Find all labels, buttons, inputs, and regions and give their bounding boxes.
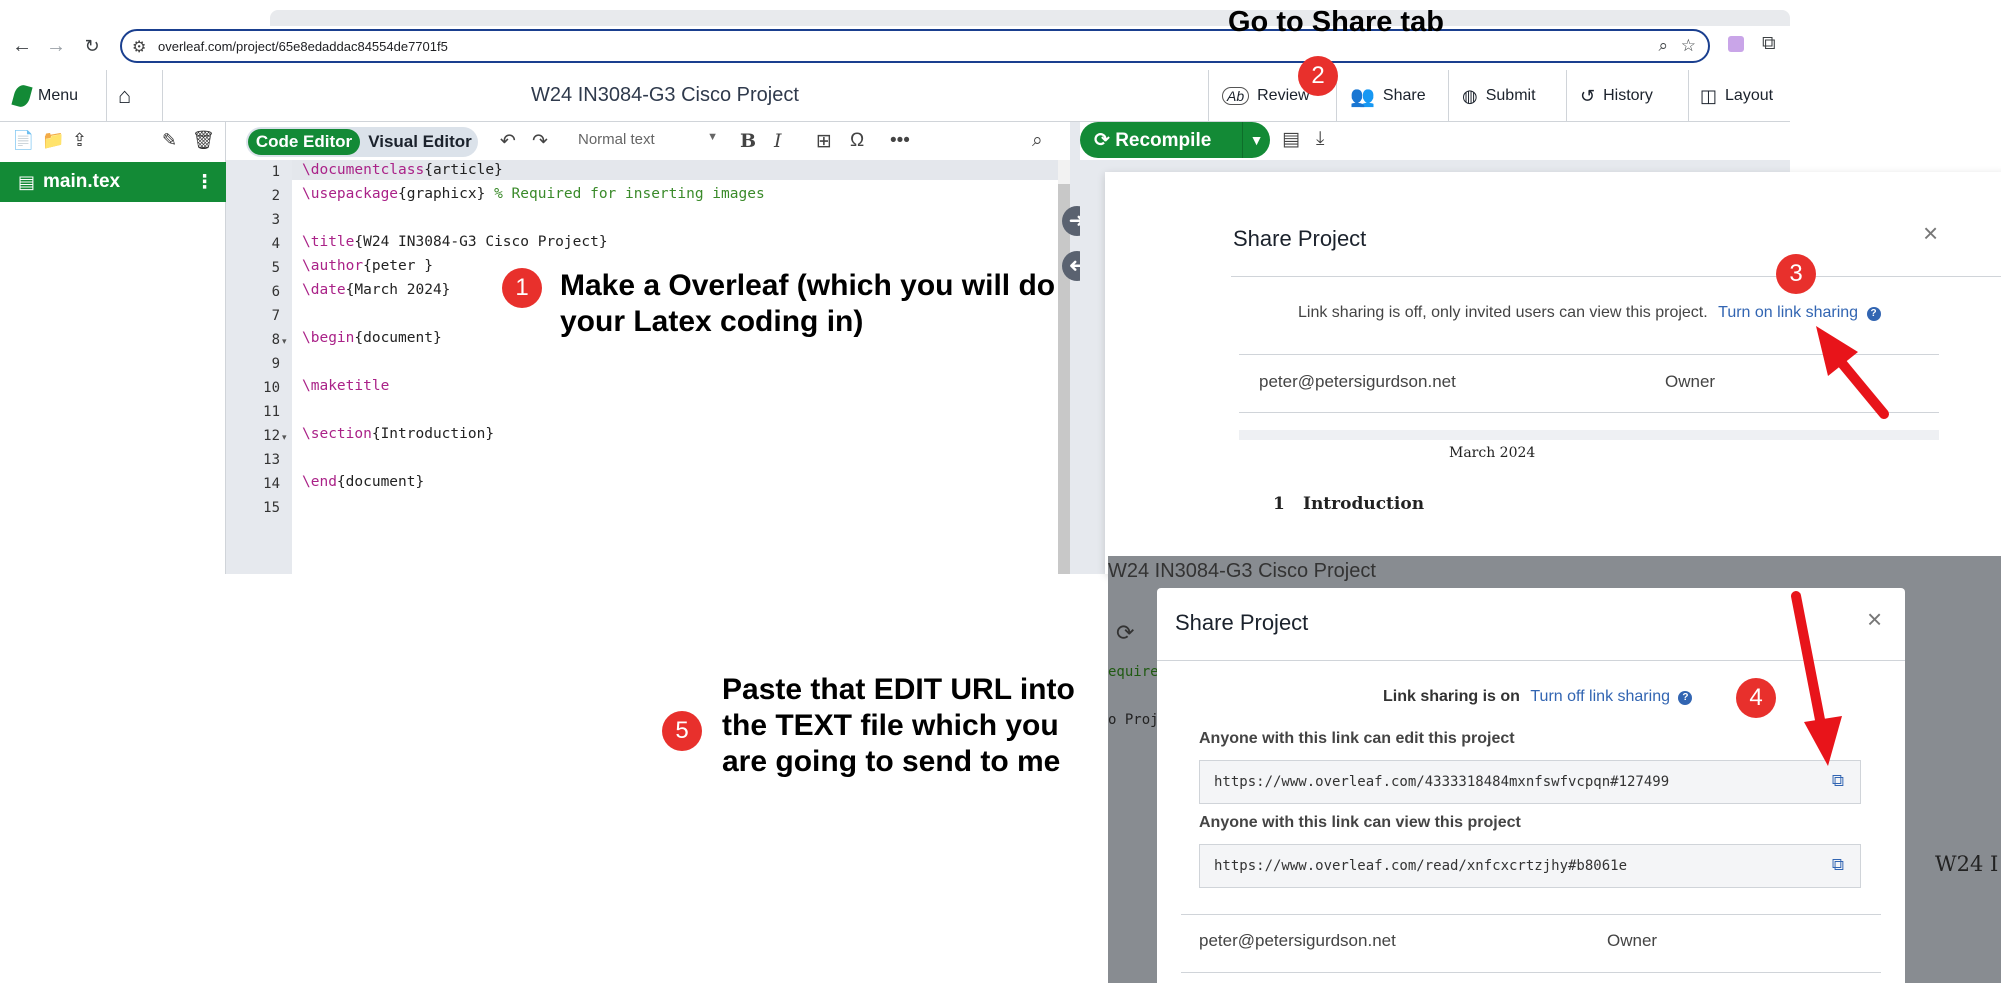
annotation-step-5-badge: 5 — [662, 711, 702, 751]
annotation-step-2-badge: 2 — [1298, 56, 1338, 96]
annotation-step-4-badge: 4 — [1736, 678, 1776, 718]
annotation-step-1-badge: 1 — [502, 268, 542, 308]
annotation-step-2-text: Go to Share tab — [1228, 6, 1444, 38]
annotation-step-1-text: Make a Overleaf (which you will do your … — [560, 269, 1056, 338]
annotation-step-3-badge: 3 — [1776, 254, 1816, 294]
arrow-to-copy-button — [1791, 591, 1842, 766]
annotation-step-5-text: Paste that EDIT URL into the TEXT file w… — [722, 673, 1075, 778]
arrow-to-link-sharing — [1816, 326, 1889, 419]
annotation-arrows — [1791, 326, 1889, 766]
